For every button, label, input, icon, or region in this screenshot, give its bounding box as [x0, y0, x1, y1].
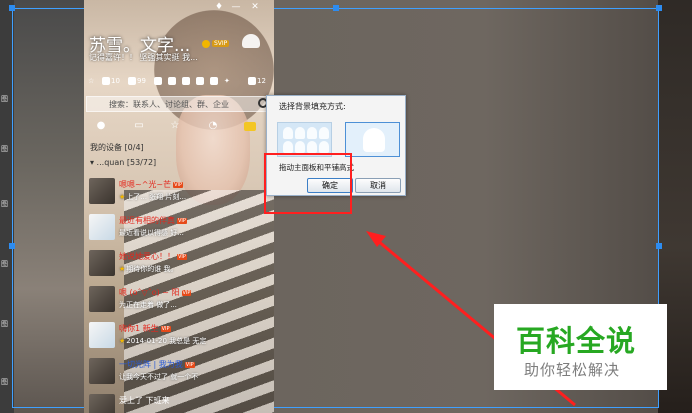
avatar — [89, 358, 115, 384]
tab-recent-icon[interactable]: ◔ — [206, 120, 220, 132]
contact-item[interactable]: 爱上了 下班来 — [86, 392, 272, 413]
mail-icon[interactable]: 99 — [128, 77, 146, 85]
resize-handle[interactable] — [9, 5, 15, 11]
contact-status: ★期待你的谁 我。 — [119, 265, 178, 273]
close-icon[interactable]: ✕ — [250, 2, 260, 12]
avatar — [89, 250, 115, 276]
group-my-devices[interactable]: 我的设备 [0/4] — [90, 142, 144, 153]
settings-icon[interactable]: ♦ — [214, 2, 224, 12]
favorite-star-icon[interactable]: ☆ — [88, 77, 94, 85]
contact-status: 为正在走着 做了... — [119, 301, 177, 309]
wallet-icon[interactable] — [154, 77, 163, 85]
resize-handle[interactable] — [656, 5, 662, 11]
vip-icon: VIP — [181, 289, 192, 296]
contact-name: 爱上了 下班来 — [119, 396, 170, 405]
app-count: 12 — [257, 77, 266, 85]
contact-status: 最近看说以得感 好... — [119, 229, 184, 237]
vip-level-badge[interactable]: SVIP — [212, 40, 230, 47]
contact-item[interactable]: 她说她爱心！！ VIP ★期待你的谁 我。 — [86, 248, 272, 282]
vip-icon: VIP — [173, 181, 184, 188]
avatar — [89, 394, 115, 413]
skin-change-icon[interactable] — [242, 34, 260, 48]
app-manager-icon[interactable]: 12 — [248, 77, 266, 85]
vip-icon: VIP — [177, 217, 187, 224]
news-icon[interactable] — [210, 77, 219, 85]
avatar — [89, 178, 115, 204]
zone-icon[interactable]: 10 — [102, 77, 120, 85]
contact-item[interactable]: 嗯嗯~^光~芒 VIP ★上了... 张翔 片刻... — [86, 176, 272, 210]
zone-count: 10 — [111, 77, 120, 85]
contact-name: 嗯 (oˆ▽ˆo) ~ 阳 VIP — [119, 288, 192, 297]
fill-option-stretch[interactable] — [345, 122, 400, 157]
resize-handle[interactable] — [333, 5, 339, 11]
resize-handle[interactable] — [656, 243, 662, 249]
toolbar: ☆ 10 99 ✦ 12 — [88, 77, 270, 91]
contact-status: ★2014-01-20 我总是 无定 — [119, 337, 207, 345]
contact-name: 最近有相的伴真 VIP — [119, 216, 187, 225]
contact-item[interactable]: 嗯 (oˆ▽ˆo) ~ 阳 VIP 为正在走着 做了... — [86, 284, 272, 318]
red-highlight-box — [264, 153, 352, 214]
group-friends[interactable]: ▾ ...quan [53/72] — [90, 158, 156, 167]
contact-name: 嗯嗯~^光~芒 VIP — [119, 180, 184, 189]
more-icon[interactable]: ✦ — [224, 77, 230, 85]
cancel-button[interactable]: 取消 — [355, 178, 401, 193]
tab-favorites-icon[interactable]: ☆ — [168, 120, 182, 132]
watermark-subtitle: 助你轻松解决 — [524, 361, 621, 379]
search-placeholder: 搜索：联系人、讨论组、群、企业 — [109, 100, 229, 109]
minimize-icon[interactable]: — — [231, 2, 241, 12]
contact-item[interactable]: 最近有相的伴真 VIP 最近看说以得感 好... — [86, 212, 272, 246]
tab-messages-icon[interactable] — [244, 122, 256, 131]
vip-icon: VIP — [184, 361, 195, 368]
avatar — [89, 322, 115, 348]
contact-name: 嗨你1 新生 VIP — [119, 324, 171, 333]
online-status-icon[interactable] — [202, 40, 210, 48]
qq-main-panel: ♦ — ✕ 苏雪。文字... SVIP 记得嘉许！！ 坚强其实挺 我... ☆ … — [84, 0, 274, 413]
avatar — [89, 214, 115, 240]
game-icon[interactable] — [182, 77, 191, 85]
tab-contacts-icon[interactable]: ● — [94, 120, 108, 132]
dialog-title: 选择背景填充方式: — [279, 102, 346, 111]
tile-preview-icon — [281, 126, 329, 154]
user-signature[interactable]: 记得嘉许！！ 坚强其实挺 我... — [89, 52, 198, 63]
contact-search-input[interactable]: 搜索：联系人、讨论组、群、企业 — [86, 96, 272, 112]
watermark-title: 百科全说 — [516, 324, 637, 358]
shop-icon[interactable] — [168, 77, 177, 85]
avatar — [89, 286, 115, 312]
music-icon[interactable] — [196, 77, 205, 85]
vip-icon: VIP — [177, 253, 187, 260]
contact-name: 她说她爱心！！ VIP — [119, 252, 187, 261]
stretch-preview-icon — [363, 128, 385, 152]
contact-status: ★上了... 张翔 片刻... — [119, 193, 187, 201]
fill-option-tile[interactable] — [277, 122, 332, 157]
contact-tabs: ● ▭ ☆ ◔ — [84, 118, 274, 136]
qq-title-bar: ♦ — ✕ — [84, 0, 274, 26]
tab-groups-icon[interactable]: ▭ — [132, 120, 146, 132]
contact-status: 让我今天不过了 就一个不 — [119, 373, 199, 381]
vip-icon: VIP — [160, 325, 171, 332]
mail-count: 99 — [137, 77, 146, 85]
contact-item[interactable]: 嗨你1 新生 VIP ★2014-01-20 我总是 无定 — [86, 320, 272, 354]
contact-item[interactable]: 一切光阵 | 我为我 VIP 让我今天不过了 就一个不 — [86, 356, 272, 390]
watermark-logo: 百科全说 助你轻松解决 — [494, 304, 667, 390]
resize-handle[interactable] — [9, 243, 15, 249]
contact-name: 一切光阵 | 我为我 VIP — [119, 360, 195, 369]
